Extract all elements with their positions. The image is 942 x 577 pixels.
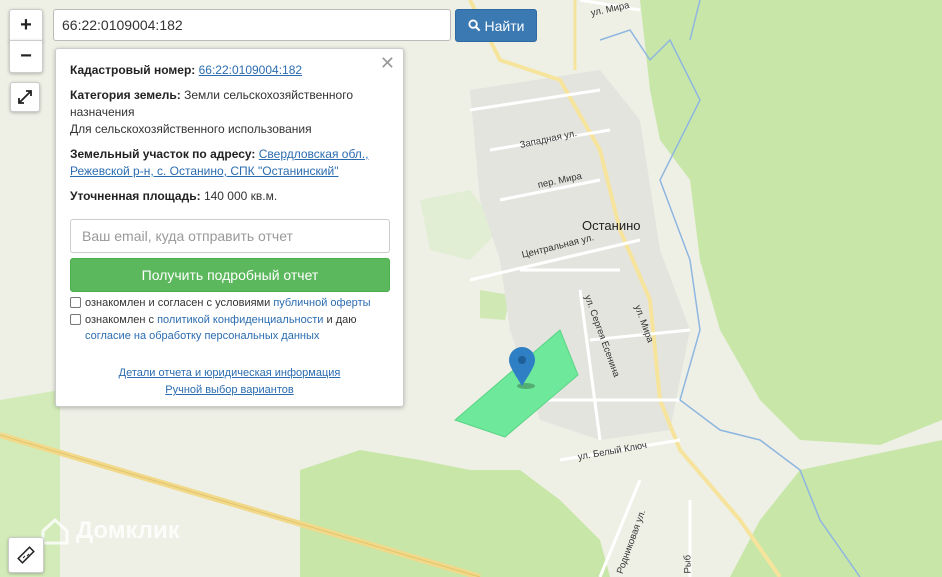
zoom-out-button[interactable]: − — [9, 40, 43, 73]
privacy-text: ознакомлен с — [85, 314, 155, 326]
privacy-agreement-row: ознакомлен с политикой конфиденциальност… — [70, 312, 357, 344]
offer-text: ознакомлен и согласен с условиями — [85, 297, 271, 309]
expand-icon — [18, 90, 32, 104]
zoom-in-button[interactable]: + — [9, 9, 43, 42]
privacy-checkbox[interactable] — [70, 314, 81, 325]
consent-link[interactable]: согласие на обработку персональных данны… — [85, 330, 319, 342]
parcel-info-popup: ✕ Кадастровый номер: 66:22:0109004:182 К… — [55, 48, 404, 407]
address-label: Земельный участок по адресу: — [70, 147, 256, 161]
category-label: Категория земель: — [70, 88, 181, 102]
search-icon — [467, 19, 480, 32]
town-label: Останино — [582, 218, 641, 233]
privacy-text-2: и даю — [326, 314, 357, 326]
email-field[interactable] — [70, 219, 390, 253]
offer-checkbox[interactable] — [70, 297, 81, 308]
privacy-link[interactable]: политикой конфиденциальности — [157, 314, 323, 326]
get-report-button[interactable]: Получить подробный отчет — [70, 258, 390, 292]
fullscreen-button[interactable] — [10, 82, 40, 112]
details-link[interactable]: Детали отчета и юридическая информация — [56, 367, 403, 379]
area-label: Уточненная площадь: — [70, 189, 201, 203]
home-logo-icon — [41, 517, 69, 545]
offer-agreement-row: ознакомлен и согласен с условиями публич… — [70, 295, 371, 311]
search-button[interactable]: Найти — [455, 9, 537, 42]
ruler-icon — [17, 546, 35, 564]
offer-link[interactable]: публичной оферты — [273, 297, 370, 309]
cadastral-link[interactable]: 66:22:0109004:182 — [199, 63, 302, 77]
usage-value: Для сельскохозяйственного использования — [70, 122, 312, 136]
ruler-button[interactable] — [8, 537, 44, 573]
domclick-watermark: Домклик — [40, 516, 180, 546]
category-row: Категория земель: Земли сельскохозяйстве… — [70, 87, 389, 138]
area-value: 140 000 кв.м. — [203, 189, 278, 203]
watermark-text: Домклик — [76, 517, 180, 544]
cadastral-search-input[interactable] — [53, 9, 451, 41]
search-button-label: Найти — [484, 17, 525, 34]
cadastral-row: Кадастровый номер: 66:22:0109004:182 — [70, 62, 389, 79]
cadastral-label: Кадастровый номер: — [70, 63, 196, 77]
address-row: Земельный участок по адресу: Свердловска… — [70, 146, 389, 180]
area-row: Уточненная площадь: 140 000 кв.м. — [70, 188, 389, 205]
street-label-ryb: Рыб — [682, 554, 694, 574]
manual-selection-link[interactable]: Ручной выбор вариантов — [56, 384, 403, 396]
